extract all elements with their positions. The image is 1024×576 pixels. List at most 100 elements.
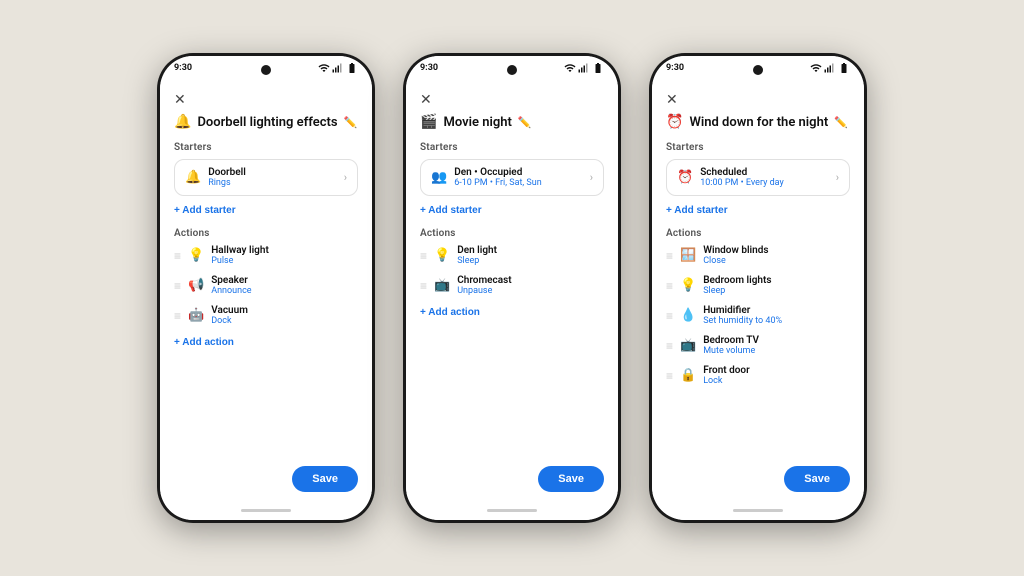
action-info: Front door Lock: [703, 365, 850, 386]
edit-icon[interactable]: ✏️: [834, 116, 848, 129]
phone-bottom: Save: [160, 458, 372, 500]
starter-name: Doorbell: [208, 167, 246, 178]
action-icon: 🔒: [680, 368, 696, 383]
signal-icon: [824, 62, 836, 74]
starter-sub: 10:00 PM • Every day: [700, 178, 784, 188]
action-sub: Sleep: [703, 286, 850, 296]
starter-icon: 🔔: [185, 170, 201, 185]
action-item-0: ≡ 💡 Den light Sleep: [420, 245, 604, 266]
starter-info: ⏰ Scheduled 10:00 PM • Every day: [677, 167, 784, 188]
signal-icon: [332, 62, 344, 74]
action-sub: Lock: [703, 376, 850, 386]
action-name: Front door: [703, 365, 850, 376]
starter-icon: 👥: [431, 170, 447, 185]
starter-card-0[interactable]: 🔔 Doorbell Rings ›: [174, 159, 358, 196]
starter-details: Den • Occupied 6-10 PM • Fri, Sat, Sun: [454, 167, 542, 188]
signal-icon: [578, 62, 590, 74]
home-bar: [487, 509, 537, 512]
status-bar: 9:30: [160, 62, 372, 74]
drag-handle-icon[interactable]: ≡: [174, 249, 181, 263]
drag-handle-icon[interactable]: ≡: [174, 309, 181, 323]
phone-inner: 9:30 ✕ 🎬 Movie night ✏️ Starters: [406, 56, 618, 520]
close-button[interactable]: ✕: [420, 92, 604, 108]
home-bar: [733, 509, 783, 512]
action-name: Den light: [457, 245, 604, 256]
starter-name: Scheduled: [700, 167, 784, 178]
drag-handle-icon[interactable]: ≡: [420, 249, 427, 263]
title-text: Wind down for the night: [689, 115, 828, 130]
action-sub: Close: [703, 256, 850, 266]
save-button[interactable]: Save: [292, 466, 358, 492]
drag-handle-icon[interactable]: ≡: [666, 279, 673, 293]
status-time: 9:30: [420, 63, 438, 73]
action-icon: 🤖: [188, 308, 204, 323]
screen-content: ✕ 🎬 Movie night ✏️ Starters 👥 Den • Occu…: [406, 84, 618, 458]
drag-handle-icon[interactable]: ≡: [174, 279, 181, 293]
drag-handle-icon[interactable]: ≡: [666, 369, 673, 383]
drag-handle-icon[interactable]: ≡: [666, 339, 673, 353]
add-starter-button[interactable]: + Add starter: [666, 203, 728, 218]
title-text: Doorbell lighting effects: [197, 115, 337, 130]
title-text: Movie night: [443, 115, 511, 130]
phone-bottom: Save: [652, 458, 864, 500]
chevron-icon: ›: [836, 171, 839, 184]
wifi-icon: [810, 62, 822, 74]
starter-card-0[interactable]: 👥 Den • Occupied 6-10 PM • Fri, Sat, Sun…: [420, 159, 604, 196]
drag-handle-icon[interactable]: ≡: [420, 279, 427, 293]
action-name: Speaker: [211, 275, 358, 286]
battery-icon: [346, 62, 358, 74]
screen-title: ⏰ Wind down for the night ✏️: [666, 114, 850, 130]
wifi-icon: [564, 62, 576, 74]
phone-notch: 9:30: [406, 56, 618, 84]
close-button[interactable]: ✕: [666, 92, 850, 108]
status-time: 9:30: [666, 63, 684, 73]
starters-label: Starters: [666, 142, 850, 153]
phone-bottom: Save: [406, 458, 618, 500]
title-icon: ⏰: [666, 114, 683, 130]
action-name: Bedroom TV: [703, 335, 850, 346]
add-action-button[interactable]: + Add action: [174, 335, 234, 350]
wifi-icon: [318, 62, 330, 74]
close-button[interactable]: ✕: [174, 92, 358, 108]
phone-2: 9:30 ✕ 🎬 Movie night ✏️ Starters: [403, 53, 621, 523]
actions-section: Actions ≡ 💡 Hallway light Pulse ≡: [174, 228, 358, 350]
add-starter-button[interactable]: + Add starter: [420, 203, 482, 218]
actions-section: Actions ≡ 🪟 Window blinds Close ≡: [666, 228, 850, 386]
actions-label: Actions: [174, 228, 358, 239]
starters-label: Starters: [174, 142, 358, 153]
save-button[interactable]: Save: [784, 466, 850, 492]
status-bar: 9:30: [652, 62, 864, 74]
phones-container: 9:30 ✕ 🔔 Doorbell lighting effects ✏️ St: [137, 33, 887, 543]
action-item-2: ≡ 🤖 Vacuum Dock: [174, 305, 358, 326]
drag-handle-icon[interactable]: ≡: [666, 309, 673, 323]
action-sub: Pulse: [211, 256, 358, 266]
status-icons: [318, 62, 358, 74]
action-name: Window blinds: [703, 245, 850, 256]
starter-card-0[interactable]: ⏰ Scheduled 10:00 PM • Every day ›: [666, 159, 850, 196]
starters-label: Starters: [420, 142, 604, 153]
action-info: Speaker Announce: [211, 275, 358, 296]
save-button[interactable]: Save: [538, 466, 604, 492]
action-info: Bedroom TV Mute volume: [703, 335, 850, 356]
action-name: Hallway light: [211, 245, 358, 256]
action-sub: Sleep: [457, 256, 604, 266]
add-starter-button[interactable]: + Add starter: [174, 203, 236, 218]
phone-inner: 9:30 ✕ ⏰ Wind down for the night ✏️ Star…: [652, 56, 864, 520]
title-icon: 🎬: [420, 114, 437, 130]
action-item-4: ≡ 🔒 Front door Lock: [666, 365, 850, 386]
action-icon: 📺: [680, 338, 696, 353]
home-indicator: [406, 500, 618, 520]
status-icons: [810, 62, 850, 74]
action-info: Humidifier Set humidity to 40%: [703, 305, 850, 326]
edit-icon[interactable]: ✏️: [344, 116, 358, 129]
action-item-2: ≡ 💧 Humidifier Set humidity to 40%: [666, 305, 850, 326]
drag-handle-icon[interactable]: ≡: [666, 249, 673, 263]
actions-label: Actions: [420, 228, 604, 239]
title-icon: 🔔: [174, 114, 191, 130]
actions-label: Actions: [666, 228, 850, 239]
status-time: 9:30: [174, 63, 192, 73]
action-item-3: ≡ 📺 Bedroom TV Mute volume: [666, 335, 850, 356]
add-action-button[interactable]: + Add action: [420, 305, 480, 320]
home-indicator: [160, 500, 372, 520]
edit-icon[interactable]: ✏️: [518, 116, 532, 129]
